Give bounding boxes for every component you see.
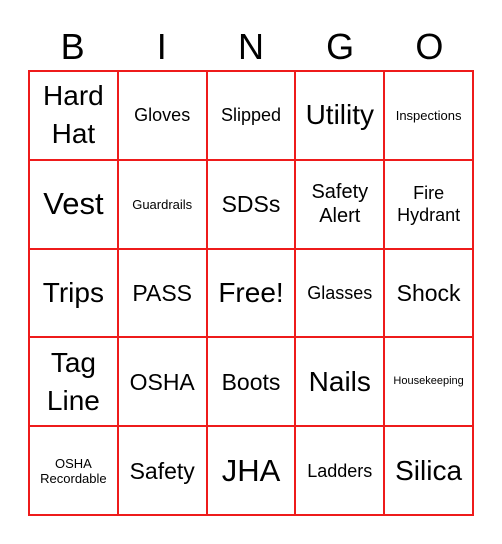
header-letter-b: B <box>60 26 85 67</box>
bingo-header: B I N G O <box>28 24 474 70</box>
bingo-cell[interactable]: OSHA Recordable <box>29 426 118 515</box>
bingo-cell[interactable]: Nails <box>295 337 385 427</box>
header-letter-i: I <box>156 26 167 67</box>
bingo-cell[interactable]: Utility <box>295 71 385 160</box>
bingo-cell[interactable]: Boots <box>206 337 296 427</box>
bingo-cell[interactable]: Fire Hydrant <box>384 159 473 249</box>
bingo-cell-text: Free! <box>218 276 284 308</box>
bingo-cell-text: JHA <box>221 452 281 488</box>
bingo-cell[interactable]: Trips <box>29 248 118 338</box>
bingo-cell-text: Silica <box>395 454 463 486</box>
bingo-cell-text: Utility <box>305 99 375 131</box>
bingo-cell[interactable]: OSHA <box>117 337 207 427</box>
header-letter-o: O <box>415 26 444 67</box>
bingo-cell[interactable]: Gloves <box>117 71 207 160</box>
bingo-cell[interactable]: SDSs <box>206 159 296 249</box>
header-letter-n: N <box>237 26 264 67</box>
bingo-cell[interactable]: Free! <box>206 248 296 338</box>
bingo-cell-text: Nails <box>308 365 371 397</box>
bingo-cell-text: Vest <box>43 186 104 222</box>
bingo-cell[interactable]: Glasses <box>295 248 385 338</box>
bingo-cell-text: Safety Alert <box>311 181 369 228</box>
bingo-cell-text: Fire Hydrant <box>397 183 461 226</box>
bingo-cell[interactable]: Tag Line <box>29 337 118 427</box>
bingo-cell-text: Gloves <box>134 105 191 126</box>
bingo-cell-text: Shock <box>396 279 461 306</box>
bingo-cell-text: Safety <box>129 457 195 484</box>
bingo-cell[interactable]: Ladders <box>295 426 385 515</box>
bingo-cell-text: Slipped <box>220 105 282 126</box>
bingo-cell-text: Inspections <box>395 107 462 123</box>
bingo-cell[interactable]: Vest <box>29 159 118 249</box>
bingo-grid: Hard Hat Gloves Slipped Utility Inspections V… <box>28 70 474 516</box>
bingo-cell-text: Glasses <box>307 282 373 303</box>
bingo-cell-text: SDSs <box>221 191 281 218</box>
bingo-cell-text: PASS <box>132 279 193 306</box>
bingo-cell[interactable]: Shock <box>384 248 473 338</box>
bingo-cell[interactable]: Slipped <box>206 71 296 160</box>
bingo-cell-text: Ladders <box>307 460 373 481</box>
bingo-cell-text: Hard Hat <box>43 80 104 150</box>
bingo-cell-text: OSHA <box>129 368 195 395</box>
bingo-cell-text: Trips <box>42 276 104 308</box>
bingo-cell[interactable]: Safety <box>117 426 207 515</box>
bingo-cell[interactable]: Silica <box>384 426 473 515</box>
bingo-cell[interactable]: Housekeeping <box>384 337 473 427</box>
bingo-cell-text: OSHA Recordable <box>40 455 107 486</box>
bingo-cell[interactable]: Inspections <box>384 71 473 160</box>
bingo-cell-text: Boots <box>221 368 281 395</box>
bingo-cell-text: Guardrails <box>132 196 193 212</box>
bingo-cell[interactable]: Safety Alert <box>295 159 385 249</box>
bingo-cell[interactable]: JHA <box>206 426 296 515</box>
header-letter-g: G <box>326 26 355 67</box>
bingo-cell-text: Tag Line <box>46 346 100 416</box>
bingo-cell[interactable]: Guardrails <box>117 159 207 249</box>
bingo-cell-text: Housekeeping <box>393 375 464 388</box>
bingo-cell[interactable]: Hard Hat <box>29 71 118 160</box>
bingo-cell[interactable]: PASS <box>117 248 207 338</box>
